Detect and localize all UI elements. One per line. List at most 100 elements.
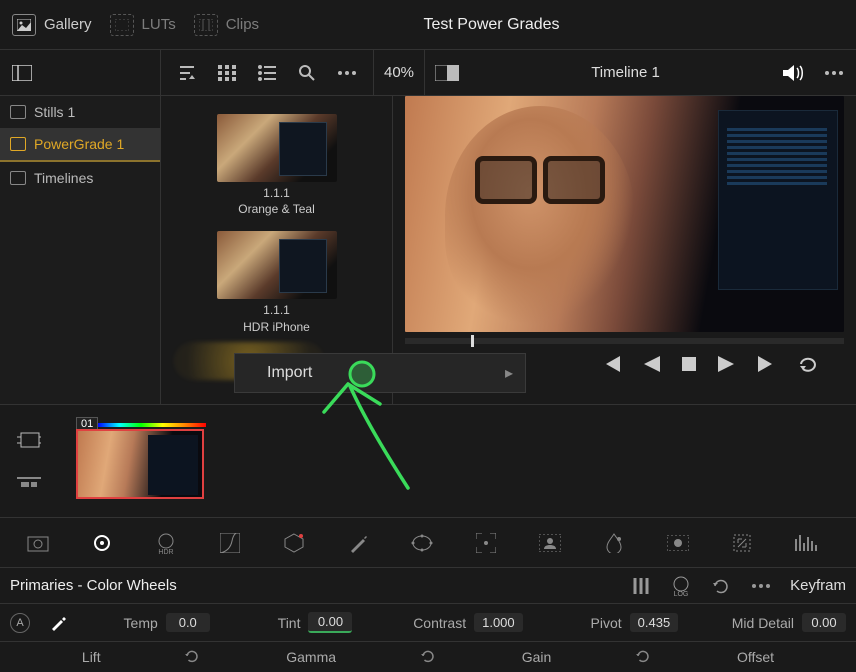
reset-gamma-icon[interactable] [420,648,438,666]
next-clip-icon[interactable] [756,356,776,377]
context-menu: Import ▸ [234,353,526,393]
svg-text:HDR: HDR [158,549,173,554]
param-value[interactable]: 0.435 [630,613,679,632]
loop-icon[interactable] [798,356,820,377]
hdr-icon[interactable]: HDR [152,529,180,557]
blur-icon[interactable] [600,529,628,557]
panel-title: Primaries - Color Wheels [10,577,574,594]
gain-label: Gain [522,649,552,665]
color-warper-icon[interactable] [280,529,308,557]
temp-control[interactable]: Temp0.0 [124,613,210,632]
panel-more-icon[interactable] [748,573,774,599]
clip-info-icon[interactable] [17,428,41,452]
still-thumbnail[interactable]: 1.1.1 Orange & Teal [217,114,337,217]
gallery-icon [12,14,36,36]
param-label: Tint [278,615,301,631]
still-id: 1.1.1 [217,302,337,318]
still-thumbnail[interactable]: 1.1.1 HDR iPhone [217,231,337,334]
param-value[interactable]: 0.00 [802,613,846,632]
param-value[interactable]: 0.00 [308,612,352,633]
curves-icon[interactable] [216,529,244,557]
import-menu-item[interactable]: Import [267,364,312,382]
bars-mode-icon[interactable] [628,573,654,599]
wheel-labels: Lift Gamma Gain Offset [0,642,856,672]
clips-icon [194,14,218,36]
middetail-control[interactable]: Mid Detail0.00 [732,613,846,632]
gamma-label: Gamma [286,649,336,665]
clip-thumbnail[interactable]: 01 [76,423,206,499]
reverse-play-icon[interactable] [644,356,660,377]
tracker-icon[interactable] [472,529,500,557]
pivot-control[interactable]: Pivot0.435 [591,613,679,632]
mini-timeline[interactable] [405,338,844,344]
sidebar-item-timelines[interactable]: Timelines [0,162,160,194]
gallery-sidebar: Stills 1 PowerGrade 1 Timelines [0,96,161,404]
luts-tab[interactable]: LUTs [110,14,176,36]
gallery-tab[interactable]: Gallery [12,14,92,36]
still-name: HDR iPhone [217,319,337,335]
keyframe-tab[interactable]: Keyfram [790,577,846,594]
volume-icon[interactable] [782,61,806,85]
top-menu-bar: Gallery LUTs Clips Test Power Grades [0,0,856,50]
camera-raw-icon[interactable] [24,529,52,557]
stop-icon[interactable] [682,357,696,376]
thumbnail-image [217,114,337,182]
zoom-level[interactable]: 40% [374,50,425,95]
thumbnail-timeline: 01 [0,404,856,518]
auto-balance-icon[interactable]: A [10,613,30,633]
gallery-label: Gallery [44,16,92,33]
window-icon[interactable] [408,529,436,557]
stills-album-icon [10,105,26,119]
primaries-header: Primaries - Color Wheels LOG Keyfram [0,568,856,604]
panel-layout-icon[interactable] [10,61,34,85]
thumbnail-image [217,231,337,299]
search-icon[interactable] [295,61,319,85]
viewer-more-icon[interactable] [822,61,846,85]
list-view-icon[interactable] [255,61,279,85]
submenu-arrow-icon: ▸ [505,363,513,383]
pick-white-icon[interactable] [46,611,70,635]
lift-label: Lift [82,649,101,665]
prev-clip-icon[interactable] [602,356,622,377]
contrast-control[interactable]: Contrast 1.000 [413,613,522,632]
timeline-name[interactable]: Timeline 1 [469,64,782,81]
sort-icon[interactable] [175,61,199,85]
play-icon[interactable] [718,356,734,377]
reset-all-icon[interactable] [708,573,734,599]
sizing-icon[interactable] [728,529,756,557]
sidebar-item-stills[interactable]: Stills 1 [0,96,160,128]
sidebar-item-powergrade[interactable]: PowerGrade 1 [0,128,160,162]
clips-label: Clips [226,16,259,33]
sidebar-item-label: PowerGrade 1 [34,136,124,152]
param-value[interactable]: 0.0 [166,613,210,632]
timeline-mode-icon[interactable] [17,470,41,494]
offset-label: Offset [737,649,774,665]
sidebar-item-label: Timelines [34,170,93,186]
grid-view-icon[interactable] [215,61,239,85]
log-mode-icon[interactable]: LOG [668,573,694,599]
wheels-mode-icon[interactable] [588,573,614,599]
param-label: Contrast [413,615,466,631]
svg-text:LOG: LOG [674,591,689,596]
key-icon[interactable] [664,529,692,557]
more-icon[interactable] [335,61,359,85]
timelines-album-icon [10,171,26,185]
project-title: Test Power Grades [259,16,724,34]
clip-image [76,429,204,499]
luts-label: LUTs [142,16,176,33]
reset-lift-icon[interactable] [184,648,202,666]
color-wheels-icon[interactable] [88,529,116,557]
clips-tab[interactable]: Clips [194,14,259,36]
qualifier-icon[interactable] [344,529,372,557]
secondary-toolbar: 40% Timeline 1 [0,50,856,96]
highlight-mode-icon[interactable] [435,61,459,85]
reset-gain-icon[interactable] [635,648,653,666]
tint-control[interactable]: Tint 0.00 [278,612,353,633]
still-name: Orange & Teal [217,201,337,217]
luts-icon [110,14,134,36]
powergrade-album-icon [10,137,26,151]
scopes-icon[interactable] [792,529,820,557]
magic-mask-icon[interactable] [536,529,564,557]
param-value[interactable]: 1.000 [474,613,523,632]
viewer[interactable] [405,96,844,332]
